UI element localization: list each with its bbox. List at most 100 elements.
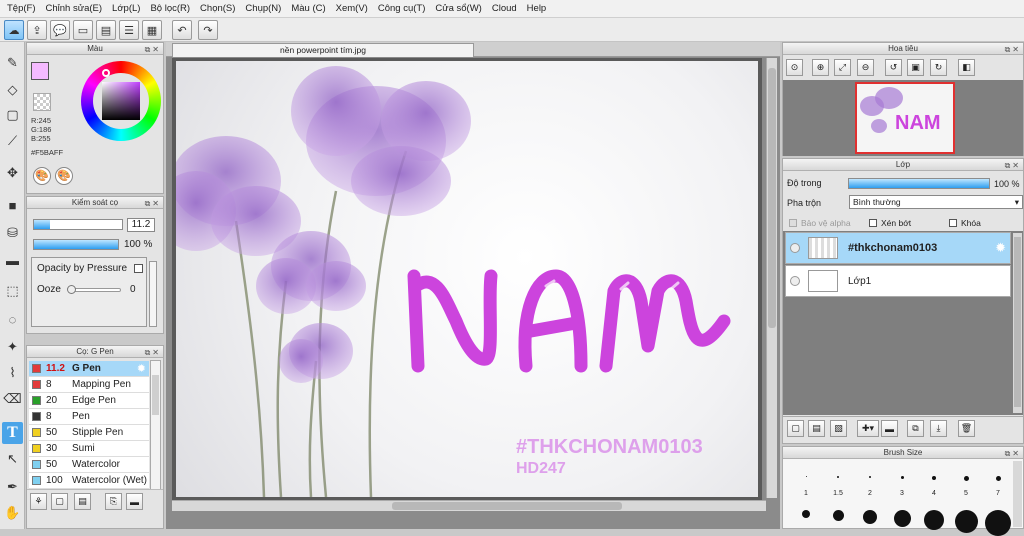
reset-view-icon[interactable]: ▣ (907, 59, 924, 76)
menu-item[interactable]: Xem(V) (331, 3, 373, 14)
export-icon[interactable]: ⇪ (27, 20, 47, 40)
menu-item[interactable]: Lớp(L) (107, 3, 145, 14)
hue-handle[interactable] (102, 69, 110, 77)
brush-opacity-slider[interactable] (33, 239, 119, 250)
brush-tool-icon[interactable]: ✎ (2, 52, 23, 74)
menu-item[interactable]: Chụp(N) (240, 3, 286, 14)
rect-tool-icon[interactable]: ▢ (2, 104, 23, 126)
menu-item[interactable]: Chỉnh sửa(E) (41, 3, 108, 14)
text-tool-icon[interactable]: T (2, 422, 23, 444)
brush-size-scrollbar[interactable] (1013, 461, 1022, 527)
layer-row[interactable]: #thkchonam0103 ✹ (785, 232, 1011, 264)
duplicate-layer-icon[interactable]: ⧉ (907, 420, 924, 437)
brush-menu-icon[interactable]: ▤ (74, 493, 91, 510)
brush-size-cell[interactable]: 2 (855, 462, 885, 528)
menu-item[interactable]: Help (522, 3, 552, 14)
palette-edit-icon[interactable]: 🎨 (55, 167, 73, 185)
comment-icon[interactable]: 💬 (50, 20, 70, 40)
delete-layer-icon[interactable]: 🗑 (958, 420, 975, 437)
brush-row[interactable]: 50 Stipple Pen (29, 425, 149, 441)
folder-icon[interactable]: ▬ (126, 493, 143, 510)
list-icon[interactable]: ☰ (119, 20, 139, 40)
new-brush-icon[interactable]: ▢ (51, 493, 68, 510)
layer-folder-icon[interactable]: ▬ (881, 420, 898, 437)
document-icon[interactable]: ▤ (96, 20, 116, 40)
pointer-tool-icon[interactable]: ↖ (2, 448, 23, 470)
zoom-actual-icon[interactable]: ⊙ (786, 59, 803, 76)
bucket-tool-icon[interactable]: ⛁ (2, 222, 23, 244)
message-icon[interactable]: ▭ (73, 20, 93, 40)
brush-size-cell[interactable]: 1.5 (823, 462, 853, 528)
brush-row[interactable]: 30 Sumi (29, 441, 149, 457)
redo-icon[interactable]: ↷ (198, 20, 218, 40)
canvas-vertical-scrollbar[interactable] (766, 58, 777, 498)
transparent-swatch[interactable] (33, 93, 51, 111)
menu-item[interactable]: Chọn(S) (195, 3, 240, 14)
merge-layer-icon[interactable]: ⤓ (930, 420, 947, 437)
add-brush-icon[interactable]: ⚘ (30, 493, 47, 510)
brush-row[interactable]: 11.2 G Pen ✹ (29, 361, 149, 377)
new-text-layer-icon[interactable]: ▧ (830, 420, 847, 437)
brush-row[interactable]: 50 Watercolor (29, 457, 149, 473)
menu-item[interactable]: Cloud (487, 3, 522, 14)
menu-item[interactable]: Tệp(F) (2, 3, 41, 14)
brush-size-cell[interactable]: 5 (951, 462, 981, 533)
palette-icon[interactable]: 🎨 (33, 167, 51, 185)
layer-settings-icon[interactable]: ✹ (995, 240, 1006, 256)
add-layer-menu-icon[interactable]: ✚▾ (857, 420, 879, 437)
menu-item[interactable]: Công cụ(T) (373, 3, 431, 14)
opacity-by-pressure-checkbox[interactable] (134, 264, 143, 273)
zoom-out-icon[interactable]: ⊖ (857, 59, 874, 76)
rotate-left-icon[interactable]: ↺ (885, 59, 902, 76)
hand-tool-icon[interactable]: ✋ (2, 502, 23, 524)
select-rect-icon[interactable]: ⬚ (2, 280, 23, 302)
brush-size-slider[interactable] (33, 219, 123, 230)
gradient-tool-icon[interactable]: ▬ (2, 249, 23, 271)
menu-item[interactable]: Bộ lọc(R) (145, 3, 195, 14)
options-scrollbar[interactable] (149, 261, 157, 327)
zoom-in-icon[interactable]: ⊕ (812, 59, 829, 76)
brush-size-cell[interactable]: 7 (983, 462, 1013, 536)
select-pen-icon[interactable]: ⌇ (2, 362, 23, 384)
layer-list-scrollbar[interactable] (1013, 233, 1022, 413)
brush-list-scrollbar[interactable] (150, 360, 161, 490)
fit-icon[interactable]: ⤢ (834, 59, 851, 76)
clipping-checkbox[interactable] (869, 219, 877, 227)
document-canvas[interactable]: #THKCHONAM0103 HD247 (176, 61, 758, 497)
brush-settings-icon[interactable]: ✹ (137, 362, 146, 375)
saturation-square[interactable] (102, 82, 140, 120)
layer-visibility-icon[interactable] (790, 276, 800, 286)
brush-row[interactable]: 100 Watercolor (Wet) (29, 473, 149, 489)
eraser-tool-icon[interactable]: ◇ (2, 79, 23, 101)
brush-size-cell[interactable]: 3 (887, 462, 917, 528)
protect-alpha-checkbox[interactable] (789, 219, 797, 227)
brush-size-cell[interactable]: 4 (919, 462, 949, 530)
flip-icon[interactable]: ◧ (958, 59, 975, 76)
undo-icon[interactable]: ↶ (172, 20, 192, 40)
brush-size-input[interactable]: 11.2 (127, 218, 155, 232)
brush-row[interactable]: 8 Pen (29, 409, 149, 425)
copy-brush-icon[interactable]: ⎘ (105, 493, 122, 510)
document-tab[interactable]: nền powerpoint tím.jpg (172, 43, 474, 57)
lock-checkbox[interactable] (949, 219, 957, 227)
cloud-icon[interactable]: ☁ (4, 20, 24, 40)
new-layer-icon[interactable]: ▢ (787, 420, 804, 437)
navigator-thumbnail[interactable]: NAM (855, 82, 955, 154)
line-tool-icon[interactable]: ⟋ (2, 130, 23, 152)
select-eraser-icon[interactable]: ⌫ (2, 388, 23, 410)
layer-row[interactable]: Lớp1 (785, 265, 1011, 297)
brush-row[interactable]: 20 Edge Pen (29, 393, 149, 409)
color-wheel[interactable] (81, 61, 161, 141)
pen-tool-icon[interactable]: ✒ (2, 476, 23, 498)
brush-row[interactable]: 8 Mapping Pen (29, 377, 149, 393)
settings-icon[interactable]: ▦ (142, 20, 162, 40)
new-raster-layer-icon[interactable]: ▤ (808, 420, 825, 437)
move-tool-icon[interactable]: ✥ (2, 162, 23, 184)
layer-visibility-icon[interactable] (790, 243, 800, 253)
menu-item[interactable]: Màu (C) (286, 3, 330, 14)
brush-size-cell[interactable]: 1 (791, 462, 821, 528)
lasso-tool-icon[interactable]: ◌ (2, 308, 23, 330)
menu-item[interactable]: Cửa sổ(W) (430, 3, 486, 14)
canvas-horizontal-scrollbar[interactable] (172, 500, 766, 511)
ooze-slider[interactable] (67, 285, 121, 294)
